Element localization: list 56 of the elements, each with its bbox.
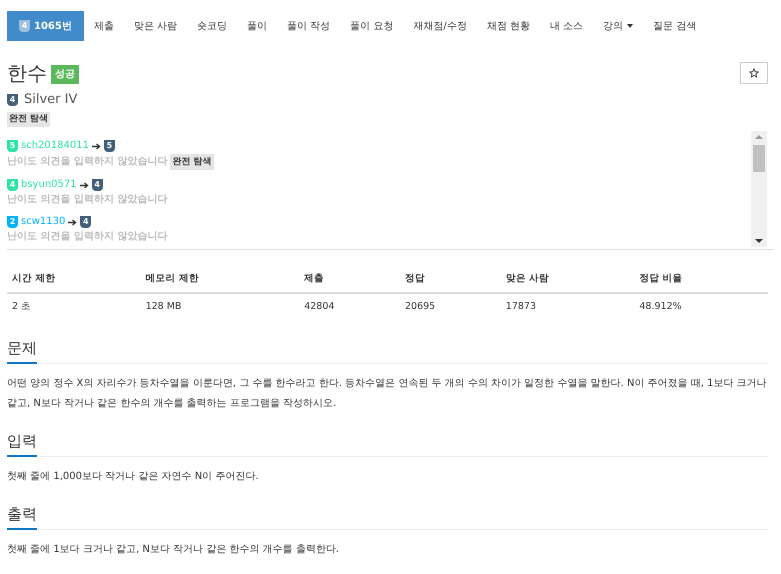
nav-tab[interactable]: 맞은 사람 (124, 11, 188, 41)
tier-label: Silver IV (24, 91, 78, 109)
section-heading: 문제 (7, 336, 37, 364)
nav-tab[interactable]: 풀이 (237, 11, 278, 41)
nav-tab[interactable]: 채점 현황 (476, 11, 540, 41)
tier-badge-icon: 5 (104, 140, 115, 152)
section-heading: 출력 (7, 502, 37, 530)
problem-title: 한수 (7, 60, 47, 86)
scroll-up-icon[interactable] (755, 135, 763, 139)
nav-tab[interactable]: 풀이 작성 (277, 11, 340, 41)
column-header: 정답 (400, 266, 501, 294)
tier-badge-icon: 4 (7, 94, 18, 106)
star-icon (749, 68, 759, 78)
opinion-text: 난이도 의견을 입력하지 않았습니다 (7, 193, 168, 207)
caret-icon (627, 24, 634, 28)
tier-badge-icon: 4 (7, 179, 18, 191)
nav-tab[interactable]: 4 1065번 (7, 11, 84, 41)
table-cell: 2 초 (7, 293, 141, 320)
tier-badge-icon: 4 (80, 216, 92, 228)
table-cell: 128 MB (140, 293, 300, 320)
column-header: 정답 비율 (634, 266, 768, 294)
arrow-icon (68, 218, 78, 226)
nav-tab[interactable]: 풀이 요청 (340, 11, 404, 41)
tier-badge-icon: 4 (19, 20, 30, 32)
nav-tab[interactable]: 강의 (593, 11, 644, 41)
section-text: 어떤 양의 정수 X의 자리수가 등차수열을 이룬다면, 그 수를 한수라고 한다. 등차수열은 연속된 두 개의 수의 차이가 일정한 수열을 말한다. N이 주어졌을 때, 1보다 크거나 같고, N보다 작거나 같은 한수의 개수를 출력하는 프로그램을 작성하시오. (7, 376, 767, 410)
section-text: 첫째 줄에 1보다 크거나 같고, N보다 작거나 같은 한수의 개수를 출력한다. (7, 542, 340, 556)
column-header: 제출 (299, 266, 400, 294)
section-text: 첫째 줄에 1,000보다 작거나 같은 자연수 N이 주어진다. (7, 470, 260, 484)
opinion-text: 난이도 의견을 입력하지 않았습니다 (7, 155, 168, 169)
scrollbar[interactable] (751, 131, 767, 247)
nav-tab[interactable]: 숏코딩 (187, 11, 238, 41)
column-header: 시간 제한 (7, 266, 141, 294)
arrow-icon (92, 142, 101, 150)
star-button[interactable] (740, 62, 768, 84)
section-heading: 입력 (7, 430, 37, 456)
scroll-down-icon[interactable] (755, 239, 763, 243)
table-cell: 48.912% (634, 293, 768, 320)
table-cell: 42804 (299, 293, 400, 320)
column-header: 맞은 사람 (500, 266, 634, 294)
arrow-icon (80, 182, 89, 188)
algorithm-tag[interactable]: 완전 탐색 (7, 112, 50, 127)
nav-tab[interactable]: 내 소스 (540, 11, 594, 41)
scroll-thumb[interactable] (753, 145, 765, 172)
column-header: 메모리 제한 (140, 266, 300, 294)
tier-badge-icon: 4 (92, 179, 103, 191)
opinion-text: 난이도 의견을 입력하지 않았습니다 (7, 230, 168, 244)
table-cell: 20695 (400, 293, 501, 320)
tier-badge-icon: 2 (7, 216, 18, 228)
nav-tab[interactable]: 제출 (84, 11, 124, 41)
algorithm-tag[interactable]: 완전 탐색 (170, 154, 214, 170)
nav-tab[interactable]: 재채점/수정 (403, 11, 477, 41)
tier-badge-icon: 5 (7, 140, 18, 152)
table-cell: 17873 (500, 293, 634, 320)
nav-tab[interactable]: 질문 검색 (643, 11, 706, 41)
result-badge: 성공 (51, 65, 79, 84)
